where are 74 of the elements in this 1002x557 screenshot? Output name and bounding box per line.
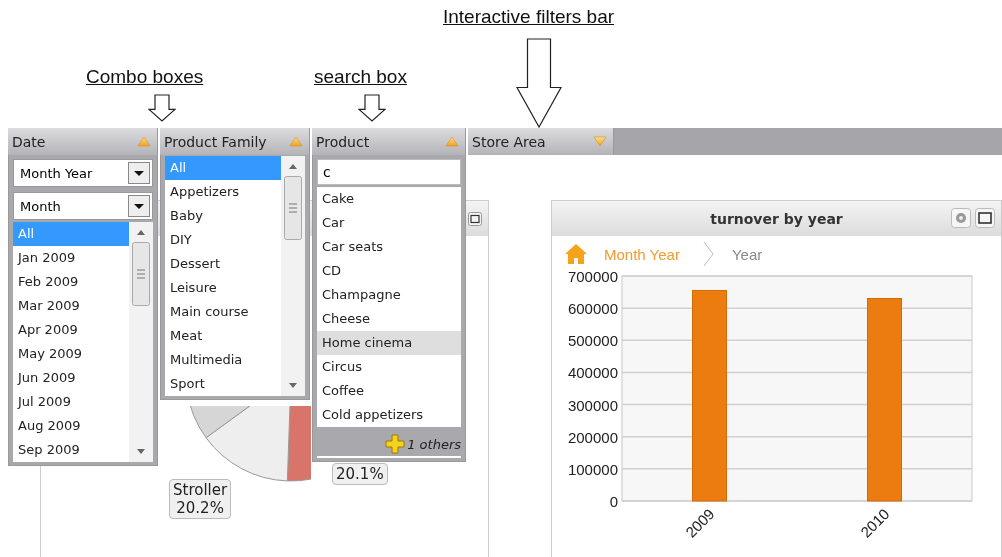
- list-item[interactable]: Champagne: [317, 283, 461, 307]
- dropdown-icon: [128, 162, 150, 184]
- list-item[interactable]: Cheese: [317, 307, 461, 331]
- list-item[interactable]: Leisure: [165, 276, 281, 300]
- list-item[interactable]: Home cinema: [317, 331, 461, 355]
- y-tick-label: 700000: [567, 268, 618, 285]
- triangle-icon: [137, 136, 151, 147]
- list-item[interactable]: CD: [317, 259, 461, 283]
- y-tick-label: 0: [609, 493, 618, 510]
- list-item[interactable]: Cake: [317, 187, 461, 211]
- scroll-down-icon[interactable]: [288, 382, 298, 390]
- combo-box[interactable]: Month: [13, 192, 153, 220]
- list-item[interactable]: Coffee: [317, 379, 461, 403]
- list-item[interactable]: DIY: [165, 228, 281, 252]
- filter-header[interactable]: Product Family: [160, 128, 310, 155]
- triangle-icon: [289, 136, 303, 147]
- plus-icon[interactable]: [385, 434, 406, 454]
- list-item[interactable]: May 2009: [13, 342, 129, 366]
- maximize-icon[interactable]: [468, 211, 482, 226]
- y-tick-label: 100000: [567, 460, 618, 478]
- y-tick-label: 400000: [567, 364, 618, 382]
- y-tick-label: 600000: [567, 300, 618, 318]
- list-item[interactable]: Appetizers: [165, 180, 281, 204]
- scroll-thumb[interactable]: [284, 176, 302, 240]
- list-item[interactable]: Jul 2009: [13, 390, 129, 414]
- list-item[interactable]: Aug 2009: [13, 414, 129, 438]
- dropdown-icon: [128, 195, 150, 217]
- pie-label: 20.1%: [332, 463, 388, 485]
- annotation-label: search box: [314, 66, 407, 88]
- list-item[interactable]: Circus: [317, 355, 461, 379]
- list-item[interactable]: Mar 2009: [13, 294, 129, 318]
- search-field[interactable]: c: [317, 159, 461, 185]
- chevron-icon: [701, 241, 716, 267]
- combo-box[interactable]: Month Year: [13, 159, 153, 187]
- list-item[interactable]: Car seats: [317, 235, 461, 259]
- list-item[interactable]: Cold appetizers: [317, 403, 461, 427]
- bar[interactable]: [692, 289, 727, 502]
- scroll-thumb[interactable]: [132, 242, 150, 306]
- annotation-label: Interactive filters bar: [443, 6, 615, 28]
- list-item[interactable]: Sep 2009: [13, 438, 129, 462]
- list-item[interactable]: Dessert: [165, 252, 281, 276]
- list-item[interactable]: Jan 2009: [13, 246, 129, 270]
- list-item[interactable]: Sport: [165, 372, 281, 396]
- filter-header[interactable]: Date: [8, 128, 158, 155]
- bar[interactable]: [867, 298, 902, 502]
- list-item[interactable]: Apr 2009: [13, 318, 129, 342]
- filter-header[interactable]: Product: [312, 128, 466, 155]
- scroll-down-icon[interactable]: [136, 448, 146, 456]
- triangle-icon: [445, 136, 459, 147]
- breadcrumb-item[interactable]: Year: [731, 245, 763, 263]
- down-arrow: [148, 94, 176, 122]
- y-tick-label: 500000: [567, 332, 618, 350]
- scrollbar[interactable]: [281, 156, 305, 396]
- filter-header[interactable]: Store Area: [468, 128, 614, 155]
- triangle-icon: [593, 136, 607, 147]
- down-arrow: [358, 94, 386, 122]
- maximize-icon[interactable]: [975, 208, 995, 228]
- list-item[interactable]: Feb 2009: [13, 270, 129, 294]
- list-item[interactable]: Baby: [165, 204, 281, 228]
- panel-title: turnover by year: [710, 210, 843, 227]
- list-item[interactable]: Main course: [165, 300, 281, 324]
- scroll-up-icon[interactable]: [288, 162, 298, 170]
- pie-label: Stroller 20.2%: [169, 479, 232, 519]
- home-icon[interactable]: [564, 243, 588, 265]
- list-item[interactable]: Car: [317, 211, 461, 235]
- list-item[interactable]: Meat: [165, 324, 281, 348]
- scroll-up-icon[interactable]: [136, 228, 146, 236]
- more-count[interactable]: 1 others: [407, 436, 461, 452]
- y-tick-label: 300000: [567, 396, 618, 414]
- scrollbar[interactable]: [129, 222, 153, 462]
- list-item[interactable]: Jun 2009: [13, 366, 129, 390]
- annotation-label: Combo boxes: [86, 66, 204, 88]
- y-tick-label: 200000: [567, 428, 618, 446]
- list-item[interactable]: Multimedia: [165, 348, 281, 372]
